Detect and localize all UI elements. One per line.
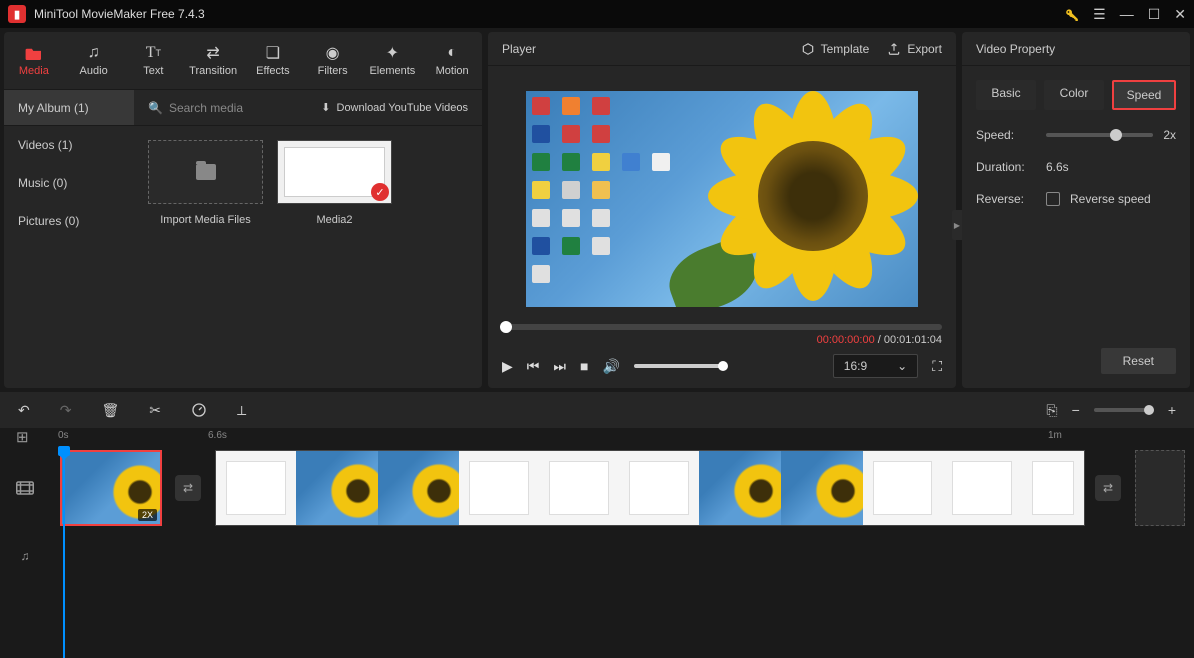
fit-button[interactable]: ⎘: [1046, 402, 1057, 419]
zoom-out-button[interactable]: −: [1072, 402, 1080, 418]
folder-icon: [25, 44, 43, 62]
video-preview[interactable]: [526, 91, 918, 307]
video-clip-2[interactable]: [215, 450, 1085, 526]
speed-slider[interactable]: [1046, 133, 1153, 137]
app-title: MiniTool MovieMaker Free 7.4.3: [34, 7, 1065, 21]
audio-track[interactable]: [50, 532, 1194, 580]
tab-motion[interactable]: ◐ Motion: [422, 32, 482, 89]
duration-label: Duration:: [976, 160, 1036, 174]
download-youtube-button[interactable]: ⬇ Download YouTube Videos: [307, 90, 482, 125]
tab-text[interactable]: TT Text: [124, 32, 184, 89]
timeline-panel: ↶ ↷ 🗑 ✂ ⟂ ⎘ − + ⊞ 0s 6.6s 1m: [0, 392, 1194, 652]
speed-value: 2x: [1163, 128, 1176, 142]
maximize-button[interactable]: ☐: [1148, 6, 1161, 23]
video-clip-1[interactable]: 2X: [60, 450, 162, 526]
delete-button[interactable]: 🗑: [101, 402, 119, 419]
redo-button[interactable]: ↷: [60, 402, 72, 419]
media-item[interactable]: ✓ Media2: [277, 140, 392, 226]
app-icon: ▮: [8, 5, 26, 23]
motion-icon: ◐: [447, 44, 457, 62]
search-input[interactable]: 🔍 Search media: [134, 90, 307, 125]
media-sidebar: Videos (1) Music (0) Pictures (0): [4, 126, 134, 388]
empty-clip-slot[interactable]: [1135, 450, 1185, 526]
import-media-button[interactable]: Import Media Files: [148, 140, 263, 226]
add-track-icon[interactable]: ⊞: [0, 429, 29, 446]
tab-filters[interactable]: ◉ Filters: [303, 32, 363, 89]
chevron-down-icon: ⌄: [897, 359, 907, 373]
title-bar: ▮ MiniTool MovieMaker Free 7.4.3 ☰ — ☐ ✕: [0, 0, 1194, 28]
crop-button[interactable]: ⟂: [237, 402, 246, 419]
seek-slider[interactable]: [502, 324, 942, 330]
reset-button[interactable]: Reset: [1101, 348, 1176, 374]
stop-button[interactable]: ■: [580, 358, 588, 374]
tab-transition[interactable]: ⇄ Transition: [183, 32, 243, 89]
time-separator: /: [875, 334, 884, 346]
video-track-icon: [0, 481, 50, 495]
reverse-check-label: Reverse speed: [1070, 192, 1151, 206]
check-icon: ✓: [371, 183, 389, 201]
zoom-slider[interactable]: [1094, 408, 1154, 412]
minimize-button[interactable]: —: [1120, 6, 1134, 22]
duration-value: 6.6s: [1046, 160, 1069, 174]
tab-effects[interactable]: ❏ Effects: [243, 32, 303, 89]
total-time: 00:01:01:04: [884, 334, 942, 346]
player-title: Player: [502, 42, 783, 56]
reverse-checkbox[interactable]: [1046, 192, 1060, 206]
play-button[interactable]: ▶: [502, 358, 513, 375]
text-icon: TT: [146, 44, 161, 62]
license-key-icon[interactable]: [1065, 7, 1079, 21]
effects-icon: ❏: [266, 44, 280, 62]
current-time: 00:00:00:00: [817, 334, 875, 346]
collapse-handle[interactable]: ▶: [952, 210, 962, 240]
volume-slider[interactable]: [634, 364, 724, 368]
sidebar-item-videos[interactable]: Videos (1): [4, 126, 134, 164]
prev-frame-button[interactable]: ⏮: [527, 358, 540, 375]
speed-label: Speed:: [976, 128, 1036, 142]
menu-icon[interactable]: ☰: [1093, 6, 1106, 23]
tab-audio[interactable]: ♫ Audio: [64, 32, 124, 89]
media-panel: Media ♫ Audio TT Text ⇄ Transition ❏ Eff…: [4, 32, 482, 388]
sidebar-item-pictures[interactable]: Pictures (0): [4, 202, 134, 240]
tab-elements[interactable]: ✦ Elements: [363, 32, 423, 89]
undo-button[interactable]: ↶: [18, 402, 30, 419]
split-button[interactable]: ✂: [149, 402, 161, 419]
album-name[interactable]: My Album (1): [4, 90, 134, 125]
aspect-ratio-select[interactable]: 16:9 ⌄: [833, 354, 918, 378]
property-title: Video Property: [962, 32, 1190, 66]
sidebar-item-music[interactable]: Music (0): [4, 164, 134, 202]
zoom-in-button[interactable]: +: [1168, 402, 1176, 418]
folder-icon: [196, 164, 216, 180]
player-panel: Player Template Export: [488, 32, 956, 388]
next-frame-button[interactable]: ⏭: [553, 358, 566, 375]
template-icon: [801, 42, 815, 56]
export-button[interactable]: Export: [887, 42, 942, 56]
playhead[interactable]: [63, 448, 65, 658]
transition-slot[interactable]: ⇄: [1095, 475, 1121, 501]
export-icon: [887, 42, 901, 56]
speed-tool-button[interactable]: [191, 402, 207, 418]
property-panel: ▶ Video Property Basic Color Speed Speed…: [962, 32, 1190, 388]
elements-icon: ✦: [386, 44, 399, 62]
audio-track-icon: ♫: [0, 549, 50, 563]
tab-basic[interactable]: Basic: [976, 80, 1036, 110]
volume-icon[interactable]: 🔊: [602, 358, 619, 375]
transition-icon: ⇄: [206, 44, 219, 62]
tab-speed[interactable]: Speed: [1112, 80, 1176, 110]
filters-icon: ◉: [326, 44, 340, 62]
reverse-label: Reverse:: [976, 192, 1036, 206]
tab-media[interactable]: Media: [4, 32, 64, 89]
transition-slot[interactable]: ⇄: [175, 475, 201, 501]
template-button[interactable]: Template: [801, 42, 870, 56]
tab-color[interactable]: Color: [1044, 80, 1104, 110]
close-button[interactable]: ✕: [1174, 6, 1186, 23]
music-note-icon: ♫: [88, 44, 100, 62]
speed-badge: 2X: [138, 509, 157, 521]
timeline-ruler[interactable]: ⊞ 0s 6.6s 1m: [0, 428, 1194, 448]
download-icon: ⬇: [321, 101, 330, 114]
search-icon: 🔍: [148, 101, 163, 115]
fullscreen-button[interactable]: ⛶: [932, 358, 942, 375]
